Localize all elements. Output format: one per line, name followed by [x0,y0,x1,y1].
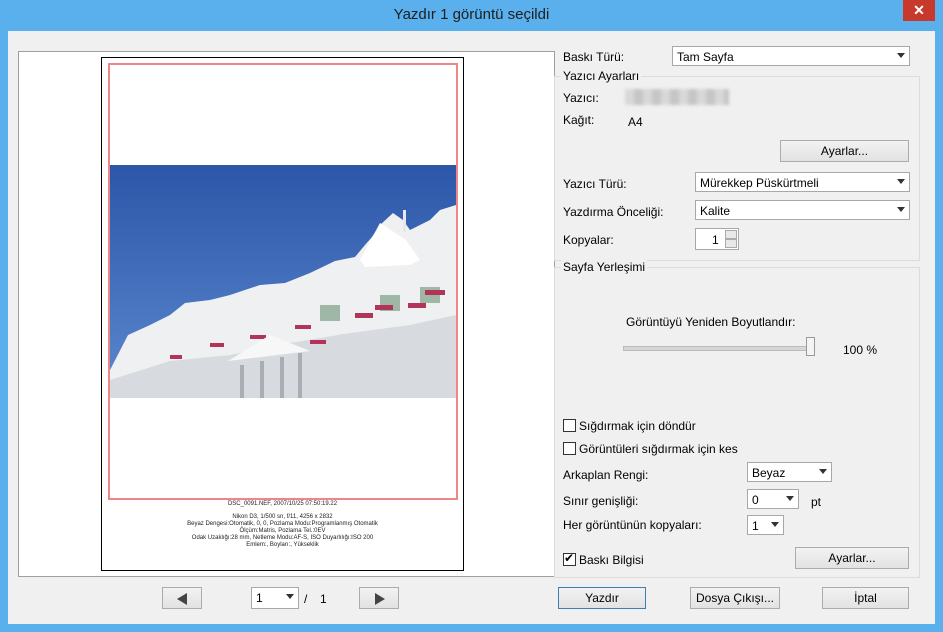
paper-value: A4 [628,115,643,129]
page-select-value: 1 [256,591,263,605]
file-output-button[interactable]: Dosya Çıkışı... [690,587,780,609]
dialog-body: DSC_0091.NEF, 2007/10/25 07:50:19.22 Nik… [8,31,935,624]
spin-up-icon[interactable] [725,230,737,239]
printer-name-redacted [625,89,729,105]
arrow-right-icon [375,593,385,605]
print-type-value: Tam Sayfa [677,50,734,64]
chevron-down-icon [897,53,905,58]
background-color-label: Arkaplan Rengi: [563,468,649,482]
border-width-value: 0 [752,493,759,507]
chevron-down-icon [897,207,905,212]
prev-page-button[interactable] [162,587,202,609]
print-info-checkbox[interactable] [563,551,576,566]
page-separator: / [304,592,308,606]
chevron-down-icon [786,496,794,501]
printer-type-select[interactable]: Mürekkep Püskürtmeli [695,172,910,192]
printer-label: Yazıcı: [563,91,599,105]
spin-down-icon[interactable] [725,239,737,248]
chevron-down-icon [771,522,779,527]
copies-value: 1 [712,233,719,247]
chevron-down-icon [897,179,905,184]
next-page-button[interactable] [359,587,399,609]
chevron-down-icon [819,469,827,474]
copies-spinner[interactable]: 1 [695,228,739,250]
page-layout-title: Sayfa Yerleşimi [561,260,648,274]
background-color-value: Beyaz [752,466,786,480]
preview-photo [110,165,456,398]
border-width-label: Sınır genişliği: [563,494,639,508]
print-info-whitebalance: Beyaz Dengesi:Otomatik, 0, 0, Pozlama Mo… [187,521,378,527]
resize-label: Görüntüyü Yeniden Boyutlandır: [626,315,796,329]
print-info-camera: Nikon D3, 1/500 sn, f/11, 4256 x 2832 [232,514,333,520]
printer-settings-button[interactable]: Ayarlar... [780,140,909,162]
preview-page: DSC_0091.NEF, 2007/10/25 07:50:19.22 Nik… [101,57,464,571]
print-type-label: Baskı Türü: [563,50,625,64]
resize-slider-thumb[interactable] [806,337,815,356]
crop-label[interactable]: Görüntüleri sığdırmak için kes [579,442,738,456]
print-dialog: Yazdır 1 görüntü seçildi ✕ DSC_0091.NEF,… [0,0,943,632]
printer-type-value: Mürekkep Püskürtmeli [700,176,819,190]
cancel-button[interactable]: İptal [822,587,909,609]
resize-value: 100 % [843,343,878,357]
print-info-focal: Odak Uzaklığı:28 mm, Netleme Modu:AF-S, … [191,535,374,541]
priority-label: Yazdırma Önceliği: [563,205,664,219]
rotate-label[interactable]: Sığdırmak için döndür [579,419,696,433]
print-button[interactable]: Yazdır [558,587,646,609]
print-area [108,63,458,500]
chevron-down-icon [286,594,294,599]
print-info-label[interactable]: Baskı Bilgisi [579,553,644,567]
page-select[interactable]: 1 [251,587,299,609]
background-color-select[interactable]: Beyaz [747,462,832,482]
print-info-metering: Ölçüm:Matris, Pozlama Tel.:0EV [239,528,326,534]
print-info-caption: Emlem:, Boyları:, Yükseklik [246,542,319,548]
close-button[interactable]: ✕ [903,0,935,21]
arrow-left-icon [177,593,187,605]
copies-per-image-label: Her görüntünün kopyaları: [563,518,702,532]
border-width-unit: pt [811,495,822,509]
copies-per-image-select[interactable]: 1 [747,515,784,535]
resize-slider-track[interactable] [623,346,815,351]
printer-settings-title: Yazıcı Ayarları [561,69,642,83]
title-bar[interactable]: Yazdır 1 görüntü seçildi ✕ [0,0,943,30]
print-info-filename: DSC_0091.NEF, 2007/10/25 07:50:19.22 [227,501,338,507]
page-total: 1 [320,592,327,606]
copies-per-image-value: 1 [752,519,759,533]
print-info-settings-button[interactable]: Ayarlar... [795,547,909,569]
paper-label: Kağıt: [563,113,595,127]
border-width-select[interactable]: 0 [747,489,799,509]
crop-checkbox[interactable] [563,442,576,455]
print-preview: DSC_0091.NEF, 2007/10/25 07:50:19.22 Nik… [18,51,555,577]
priority-value: Kalite [700,204,731,218]
printer-type-label: Yazıcı Türü: [563,177,627,191]
rotate-checkbox[interactable] [563,419,576,432]
print-type-select[interactable]: Tam Sayfa [672,46,910,66]
copies-label: Kopyalar: [563,233,614,247]
priority-select[interactable]: Kalite [695,200,910,220]
window-title: Yazdır 1 görüntü seçildi [393,6,550,23]
